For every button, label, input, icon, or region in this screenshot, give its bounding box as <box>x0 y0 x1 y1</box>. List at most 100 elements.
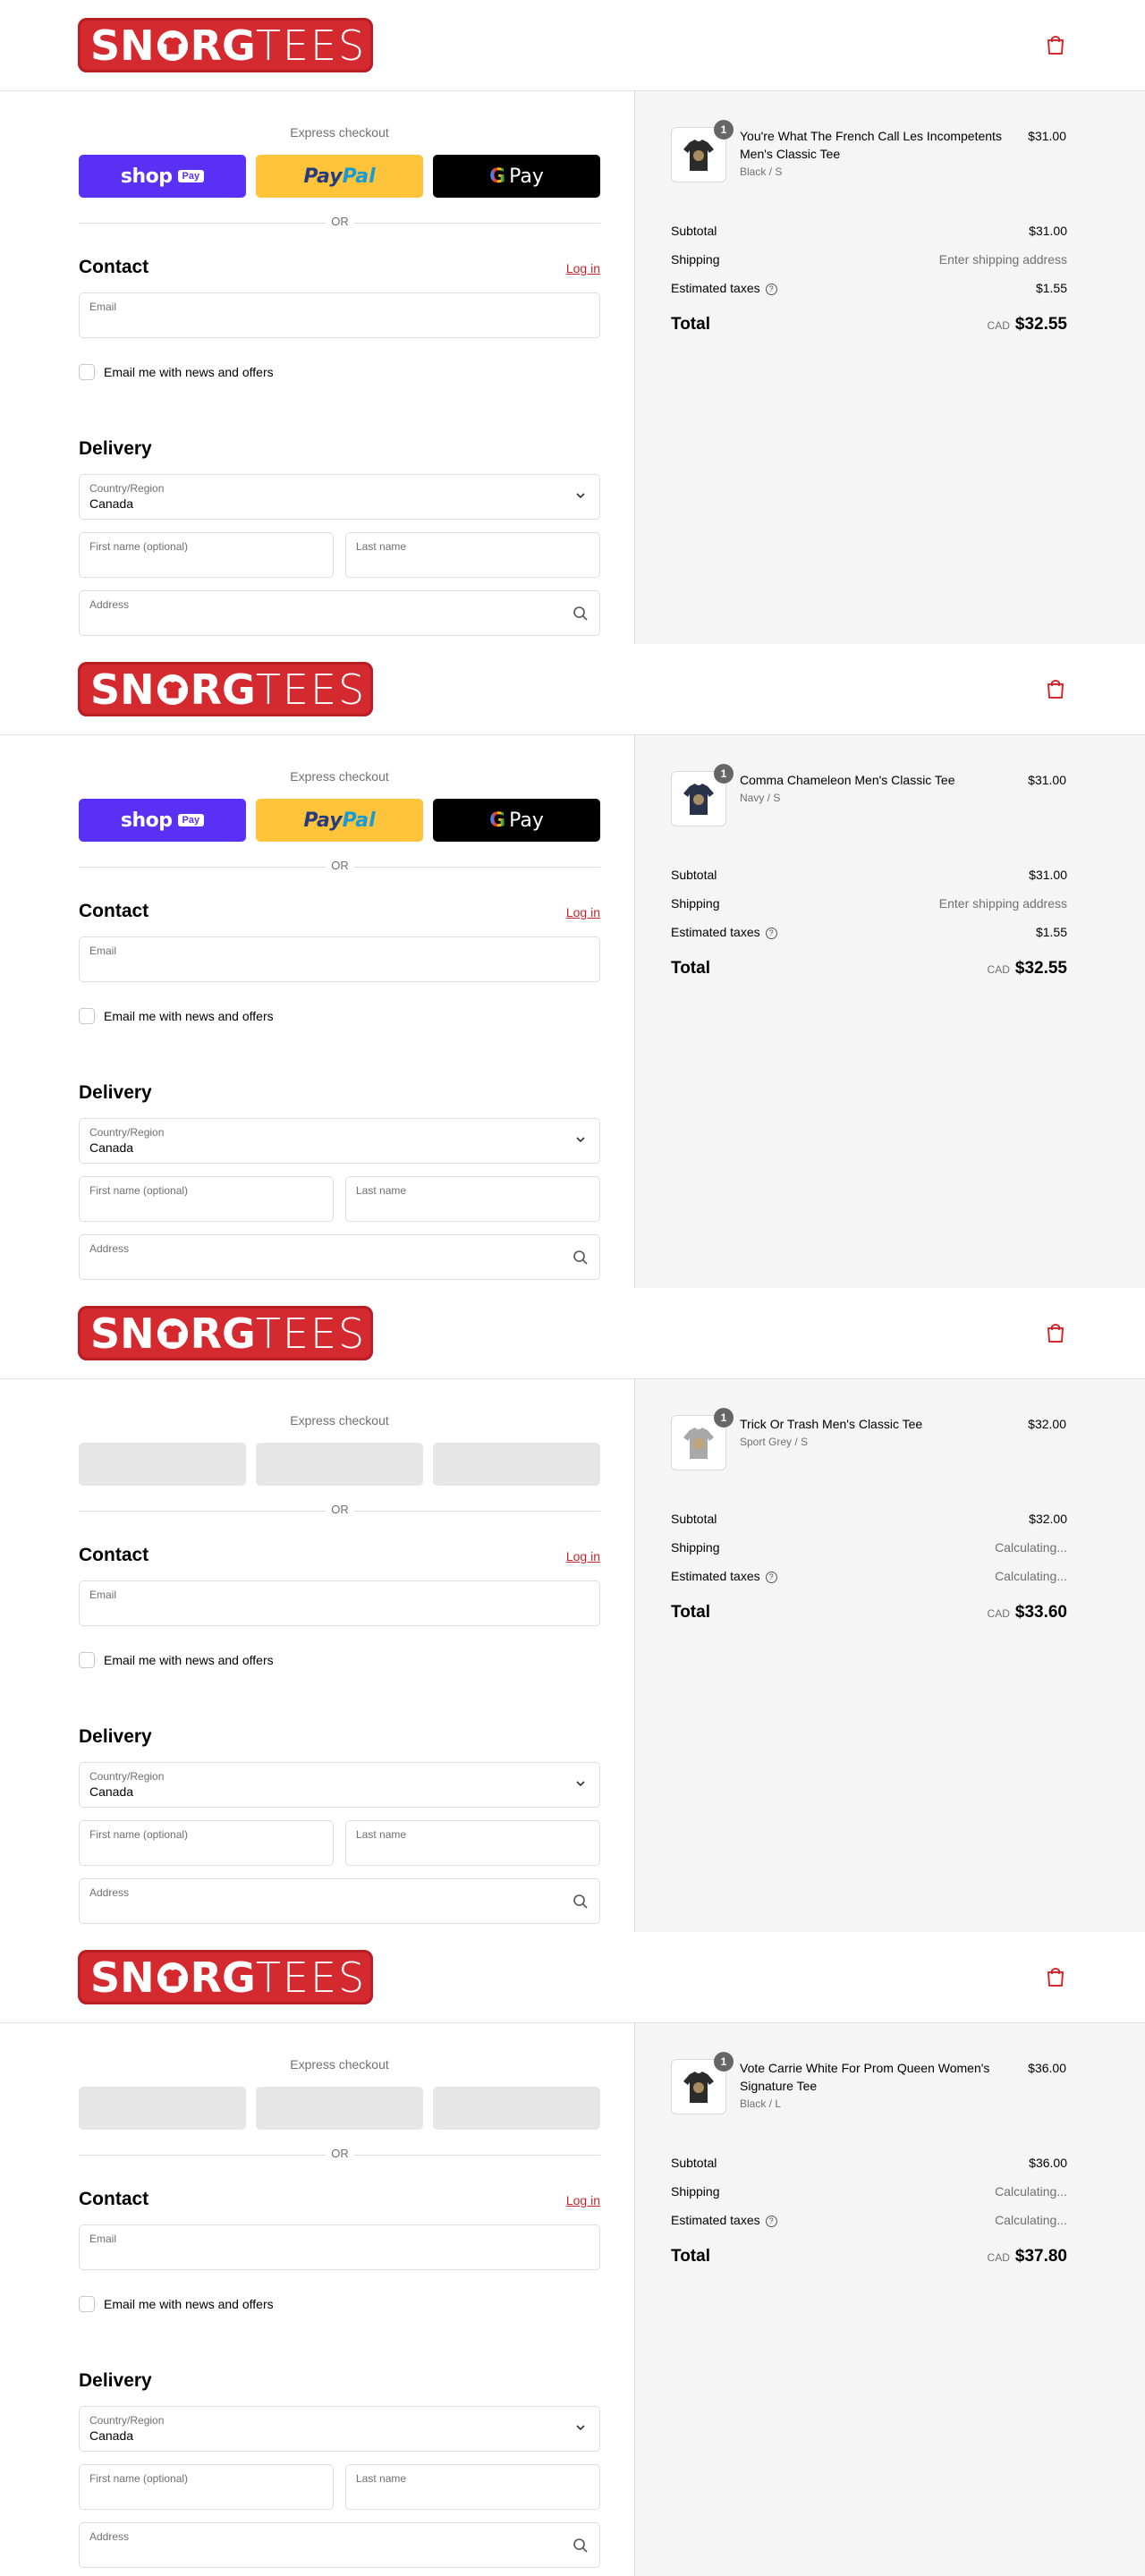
taxes-label: Estimated taxes <box>671 1569 760 1583</box>
shipping-label: Shipping <box>671 2184 720 2199</box>
tshirt-image <box>683 140 714 171</box>
country-label: Country/Region <box>89 2414 165 2427</box>
shopping-bag-icon[interactable] <box>1046 1322 1065 1343</box>
help-circle-icon[interactable]: ? <box>765 927 777 939</box>
shopping-bag-icon[interactable] <box>1046 678 1065 699</box>
express-button-placeholder <box>433 2087 600 2130</box>
google-pay-button[interactable]: G Pay <box>433 799 600 842</box>
first-name-field[interactable]: First name (optional) <box>79 2464 334 2510</box>
logo-text-right: TEES <box>255 1309 367 1358</box>
email-field[interactable]: Email <box>79 936 600 982</box>
newsletter-checkbox[interactable] <box>79 2296 95 2312</box>
express-button-placeholder <box>256 1443 423 1486</box>
paypal-label-pal: Pal <box>342 809 376 832</box>
product-name: Trick Or Trash Men's Classic Tee Sport G… <box>740 1415 1035 1449</box>
paypal-button[interactable]: PayPal <box>256 799 423 842</box>
address-field[interactable]: Address <box>79 1234 600 1280</box>
address-label: Address <box>89 1886 130 1899</box>
checkout-panel: SN RG TEES Express checkout shop Pay Pay… <box>0 644 1145 1288</box>
country-select[interactable]: Country/Region Canada <box>79 2406 600 2452</box>
google-g-icon: G <box>489 809 506 832</box>
email-field[interactable]: Email <box>79 2224 600 2270</box>
taxes-label: Estimated taxes <box>671 281 760 295</box>
shopping-bag-icon[interactable] <box>1046 34 1065 55</box>
newsletter-checkbox[interactable] <box>79 364 95 380</box>
login-link[interactable]: Log in <box>566 2193 600 2207</box>
address-field[interactable]: Address <box>79 1878 600 1924</box>
quantity-badge: 1 <box>714 764 734 784</box>
subtotal-row: Subtotal $32.00 <box>671 1510 1067 1528</box>
first-name-label: First name (optional) <box>89 2472 189 2485</box>
total-label: Total <box>671 959 710 978</box>
currency-code: CAD <box>987 319 1010 332</box>
address-label: Address <box>89 2530 130 2543</box>
last-name-field[interactable]: Last name <box>345 1820 600 1866</box>
taxes-row: Estimated taxes? $1.55 <box>671 279 1067 297</box>
snorgtees-logo[interactable]: SN RG TEES <box>78 18 373 72</box>
google-pay-button[interactable]: G Pay <box>433 155 600 198</box>
country-label: Country/Region <box>89 1770 165 1783</box>
shop-pay-button[interactable]: shop Pay <box>79 799 246 842</box>
search-icon[interactable] <box>572 1894 589 1910</box>
shipping-value: Enter shipping address <box>938 896 1067 911</box>
shipping-label: Shipping <box>671 1540 720 1555</box>
country-select[interactable]: Country/Region Canada <box>79 1118 600 1164</box>
subtotal-label: Subtotal <box>671 1512 717 1526</box>
first-name-field[interactable]: First name (optional) <box>79 532 334 578</box>
first-name-field[interactable]: First name (optional) <box>79 1176 334 1222</box>
quantity-badge: 1 <box>714 1408 734 1428</box>
or-label: OR <box>327 2147 353 2160</box>
delivery-title: Delivery <box>79 438 152 459</box>
contact-title: Contact <box>79 1545 149 1565</box>
total-value: $37.80 <box>1014 2247 1067 2266</box>
express-button-placeholder <box>79 2087 246 2130</box>
chevron-down-icon <box>576 2425 585 2431</box>
last-name-field[interactable]: Last name <box>345 2464 600 2510</box>
taxes-label-wrap: Estimated taxes? <box>671 281 777 295</box>
snorgtees-logo[interactable]: SN RG TEES <box>78 662 373 716</box>
first-name-label: First name (optional) <box>89 1184 189 1197</box>
total-label: Total <box>671 2247 710 2266</box>
google-pay-text: Pay <box>509 809 544 832</box>
shop-pay-button[interactable]: shop Pay <box>79 155 246 198</box>
help-circle-icon[interactable]: ? <box>765 283 777 295</box>
help-circle-icon[interactable]: ? <box>765 1571 777 1583</box>
logo-text-right: TEES <box>255 21 367 70</box>
tshirt-image <box>683 784 714 815</box>
logo-text-left: SN <box>90 21 155 70</box>
country-select[interactable]: Country/Region Canada <box>79 1762 600 1808</box>
newsletter-checkbox[interactable] <box>79 1008 95 1024</box>
country-select[interactable]: Country/Region Canada <box>79 474 600 520</box>
product-variant: Navy / S <box>740 792 781 804</box>
address-label: Address <box>89 598 130 611</box>
address-field[interactable]: Address <box>79 590 600 636</box>
login-link[interactable]: Log in <box>566 261 600 275</box>
last-name-field[interactable]: Last name <box>345 532 600 578</box>
delivery-title: Delivery <box>79 1726 152 1747</box>
last-name-field[interactable]: Last name <box>345 1176 600 1222</box>
search-icon[interactable] <box>572 1250 589 1266</box>
newsletter-checkbox[interactable] <box>79 1652 95 1668</box>
email-field[interactable]: Email <box>79 1580 600 1626</box>
taxes-row: Estimated taxes? Calculating... <box>671 2211 1067 2229</box>
paypal-label: PayPal <box>303 165 375 188</box>
email-field[interactable]: Email <box>79 292 600 338</box>
login-link[interactable]: Log in <box>566 905 600 919</box>
search-icon[interactable] <box>572 2538 589 2554</box>
product-title: Vote Carrie White For Prom Queen Women's… <box>740 2061 990 2093</box>
first-name-field[interactable]: First name (optional) <box>79 1820 334 1866</box>
search-icon[interactable] <box>572 606 589 622</box>
paypal-button[interactable]: PayPal <box>256 155 423 198</box>
snorgtees-logo[interactable]: SN RG TEES <box>78 1306 373 1360</box>
login-link[interactable]: Log in <box>566 1549 600 1563</box>
country-label: Country/Region <box>89 1126 165 1139</box>
shipping-row: Shipping Calculating... <box>671 2182 1067 2200</box>
address-field[interactable]: Address <box>79 2522 600 2568</box>
logo-text-right: TEES <box>255 1953 367 2002</box>
shipping-value: Enter shipping address <box>938 252 1067 267</box>
shopping-bag-icon[interactable] <box>1046 1966 1065 1987</box>
logo-text-mid: RG <box>190 665 256 714</box>
snorgtees-logo[interactable]: SN RG TEES <box>78 1950 373 2004</box>
help-circle-icon[interactable]: ? <box>765 2215 777 2227</box>
taxes-label-wrap: Estimated taxes? <box>671 925 777 939</box>
